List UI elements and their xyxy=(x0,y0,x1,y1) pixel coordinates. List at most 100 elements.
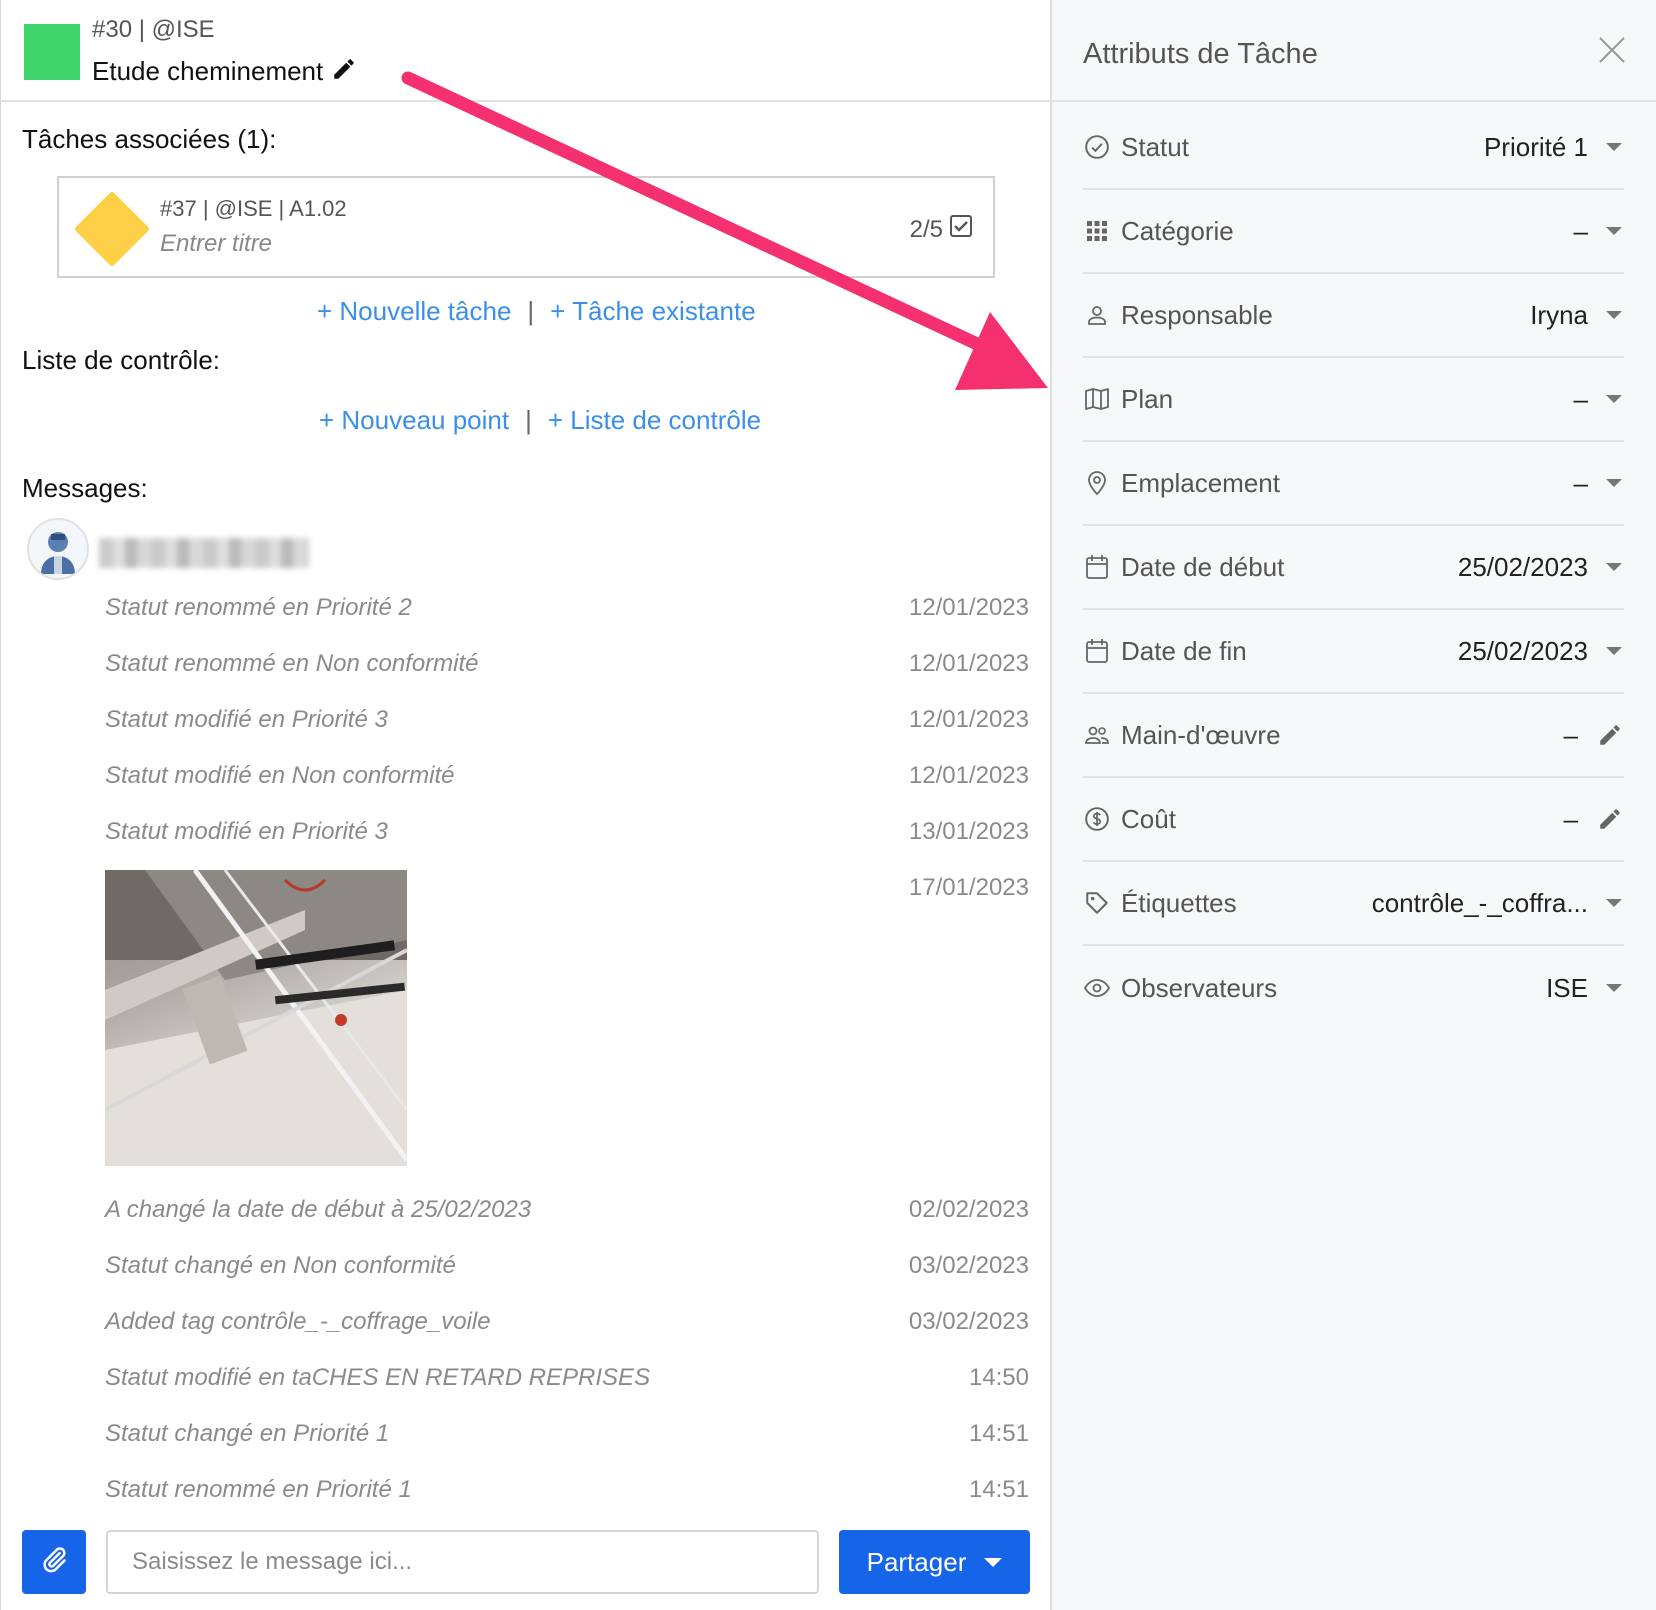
attr-value[interactable]: – xyxy=(1574,384,1588,415)
task-title-row[interactable]: Etude cheminement xyxy=(92,56,357,87)
message-text: A changé la date de début à 25/02/2023 xyxy=(105,1196,532,1223)
chevron-down-icon[interactable] xyxy=(1606,143,1622,151)
chevron-down-icon[interactable] xyxy=(1606,563,1622,571)
calendar-icon xyxy=(1083,553,1111,581)
message-author-name xyxy=(99,538,309,568)
message-text: Statut modifié en Non conformité xyxy=(105,762,455,789)
tag-icon xyxy=(1083,889,1111,917)
message-item: Statut changé en Non conformité xyxy=(105,1252,1030,1280)
task-header: #30 | @ISE Etude cheminement xyxy=(1,0,1051,102)
message-item: Statut renommé en Priorité 2 xyxy=(105,594,1030,622)
pencil-icon[interactable] xyxy=(331,56,357,87)
chevron-down-icon[interactable] xyxy=(1606,311,1622,319)
new-point-link[interactable]: + Nouveau point xyxy=(319,405,509,436)
attr-label: Date de fin xyxy=(1121,635,1247,666)
attr-value[interactable]: – xyxy=(1564,720,1578,751)
attr-label: Coût xyxy=(1121,803,1176,834)
attach-button[interactable] xyxy=(22,1530,86,1594)
message-date: 14:50 xyxy=(968,1364,1029,1391)
subtask-count-text: 2/5 xyxy=(909,215,943,243)
share-button-label: Partager xyxy=(866,1546,967,1577)
attr-value[interactable]: Iryna xyxy=(1530,300,1588,331)
attr-row-statut[interactable]: Statut Priorité 1 xyxy=(1083,106,1624,190)
chevron-down-icon[interactable] xyxy=(1606,647,1622,655)
subtask-card[interactable]: #37 | @ISE | A1.02 Entrer titre 2/5 xyxy=(57,176,995,278)
task-id: #30 | @ISE xyxy=(92,16,215,43)
attr-row-etiquettes[interactable]: Étiquettes contrôle_-_coffra... xyxy=(1083,862,1624,946)
associated-task-actions: + Nouvelle tâche | + Tâche existante xyxy=(317,296,756,327)
dollar-circle-icon xyxy=(1083,805,1111,833)
chevron-down-icon[interactable] xyxy=(1606,395,1622,403)
existing-task-link[interactable]: + Tâche existante xyxy=(550,296,756,327)
attr-row-categorie[interactable]: Catégorie – xyxy=(1083,190,1624,274)
new-task-link[interactable]: + Nouvelle tâche xyxy=(317,296,511,327)
pencil-icon[interactable] xyxy=(1596,805,1624,833)
share-button[interactable]: Partager xyxy=(839,1530,1030,1594)
subtask-title[interactable]: Entrer titre xyxy=(160,230,272,258)
associated-tasks-label: Tâches associées (1): xyxy=(22,124,277,154)
message-text: Statut renommé en Priorité 1 xyxy=(105,1476,412,1503)
attr-value[interactable]: contrôle_-_coffra... xyxy=(1372,888,1588,919)
calendar-icon xyxy=(1083,637,1111,665)
message-date: 03/02/2023 xyxy=(908,1308,1029,1335)
message-date: 17/01/2023 xyxy=(908,874,1029,901)
attr-label: Observateurs xyxy=(1121,972,1278,1003)
person-icon xyxy=(1083,301,1111,329)
attr-row-emplacement[interactable]: Emplacement – xyxy=(1083,442,1624,526)
messages-label: Messages: xyxy=(22,473,148,503)
message-date: 03/02/2023 xyxy=(908,1252,1029,1279)
subtask-diamond-icon xyxy=(73,190,151,268)
attr-row-observateurs[interactable]: Observateurs ISE xyxy=(1083,946,1624,1030)
attr-value[interactable]: – xyxy=(1574,216,1588,247)
message-input[interactable] xyxy=(106,1530,819,1594)
message-date: 12/01/2023 xyxy=(908,762,1029,789)
attr-row-date-debut[interactable]: Date de début 25/02/2023 xyxy=(1083,526,1624,610)
task-attributes-panel: Attributs de Tâche Statut Priorité 1 Cat… xyxy=(1050,0,1656,1610)
chevron-down-icon[interactable] xyxy=(1606,479,1622,487)
message-item: Statut renommé en Priorité 1 xyxy=(105,1476,1030,1504)
attr-row-main-oeuvre[interactable]: Main-d'œuvre – xyxy=(1083,694,1624,778)
message-item: Statut modifié en taCHES EN RETARD REPRI… xyxy=(105,1364,1030,1392)
grid-icon xyxy=(1083,217,1111,245)
message-date: 02/02/2023 xyxy=(908,1196,1029,1223)
separator: | xyxy=(527,296,535,326)
message-text: Added tag contrôle_-_coffrage_voile xyxy=(105,1308,491,1335)
attr-row-date-fin[interactable]: Date de fin 25/02/2023 xyxy=(1083,610,1624,694)
attributes-header: Attributs de Tâche xyxy=(1052,0,1656,102)
chevron-down-icon[interactable] xyxy=(1606,227,1622,235)
attr-label: Main-d'œuvre xyxy=(1121,719,1281,750)
attr-label: Responsable xyxy=(1121,299,1273,330)
message-photo[interactable] xyxy=(105,870,407,1166)
attr-value[interactable]: – xyxy=(1574,468,1588,499)
message-item: Statut modifié en Priorité 3 xyxy=(105,706,1030,734)
separator: | xyxy=(525,405,532,435)
attr-value[interactable]: 25/02/2023 xyxy=(1458,552,1588,583)
attr-row-cout[interactable]: Coût – xyxy=(1083,778,1624,862)
checklist-link[interactable]: + Liste de contrôle xyxy=(548,405,761,436)
message-date: 13/01/2023 xyxy=(908,818,1029,845)
subtask-id: #37 | @ISE | A1.02 xyxy=(160,196,347,221)
attr-label: Statut xyxy=(1121,131,1189,162)
message-text: Statut changé en Non conformité xyxy=(105,1252,456,1279)
message-text: Statut modifié en taCHES EN RETARD REPRI… xyxy=(105,1364,651,1391)
paperclip-icon xyxy=(39,1545,69,1580)
attr-value[interactable]: – xyxy=(1564,804,1578,835)
checklist-actions: + Nouveau point | + Liste de contrôle xyxy=(319,405,761,436)
attributes-title: Attributs de Tâche xyxy=(1083,38,1318,70)
chevron-down-icon[interactable] xyxy=(1606,984,1622,992)
message-item: Statut renommé en Non conformité xyxy=(105,650,1030,678)
chevron-down-icon[interactable] xyxy=(1606,899,1622,907)
attr-value[interactable]: ISE xyxy=(1546,973,1588,1004)
subtask-checklist-count: 2/5 xyxy=(910,214,973,245)
attr-value[interactable]: 25/02/2023 xyxy=(1458,636,1588,667)
attr-label: Emplacement xyxy=(1121,467,1280,498)
attr-value[interactable]: Priorité 1 xyxy=(1484,132,1588,163)
pencil-icon[interactable] xyxy=(1596,721,1624,749)
attr-row-responsable[interactable]: Responsable Iryna xyxy=(1083,274,1624,358)
checklist-label: Liste de contrôle: xyxy=(22,345,221,375)
people-icon xyxy=(1083,721,1111,749)
message-item: Added tag contrôle_-_coffrage_voile xyxy=(105,1308,1030,1336)
task-title[interactable]: Etude cheminement xyxy=(92,56,323,87)
close-icon[interactable] xyxy=(1596,34,1628,66)
attr-row-plan[interactable]: Plan – xyxy=(1083,358,1624,442)
